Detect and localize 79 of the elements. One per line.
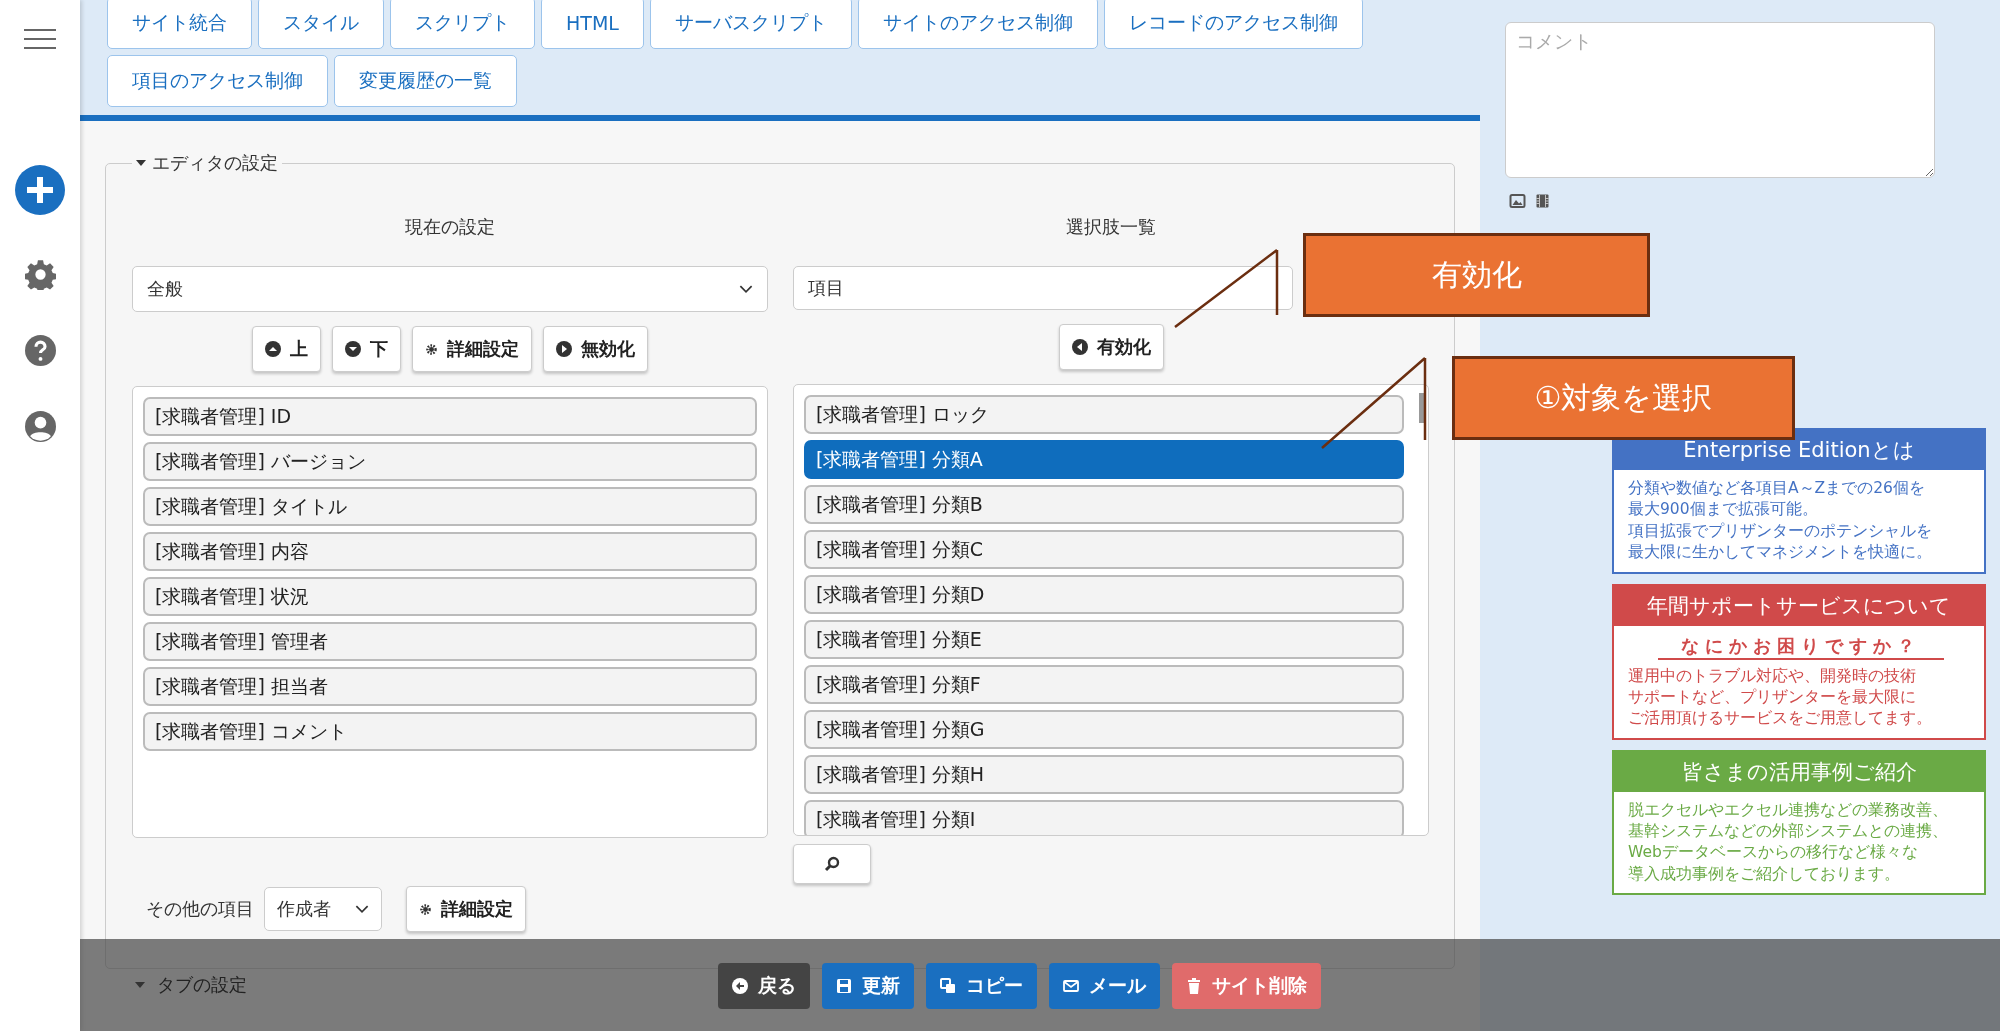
list-item[interactable]: [求職者管理] 分類B [804, 485, 1404, 524]
other-items-select[interactable]: 作成者 [264, 887, 382, 931]
list-item[interactable]: [求職者管理] タイトル [143, 487, 757, 526]
list-item[interactable]: [求職者管理] 担当者 [143, 667, 757, 706]
down-arrow-circle-icon [345, 341, 361, 357]
nav-button[interactable]: サイト統合 [107, 0, 252, 49]
banner-text: 脱エクセルやエクセル連携などの業務改善、 基幹システムなどの外部システムとの連携、 Webデータベースからの移行など様々な 導入成功事例をご紹介しております。 [1628, 799, 1949, 885]
list-item[interactable]: [求職者管理] 分類D [804, 575, 1404, 614]
banner-title: 皆さまの活用事例ご紹介 [1614, 751, 1984, 792]
trash-icon [1186, 978, 1202, 994]
up-arrow-circle-icon [265, 341, 281, 357]
column-heading: 選択肢一覧 [1065, 215, 1157, 239]
list-item[interactable]: [求職者管理] 分類G [804, 710, 1404, 749]
play-circle-icon [556, 341, 572, 357]
nav-button[interactable]: スタイル [258, 0, 384, 49]
action-button[interactable]: メール [1049, 963, 1160, 1009]
nav-button[interactable]: サイトのアクセス制御 [857, 0, 1098, 49]
banner-text: 運用中のトラブル対応や、開発時の技術 サポートなど、プリザンターを最大限に ご活用頂けるサービスをご用意してます。 [1628, 665, 1933, 730]
chevron-down-icon [739, 284, 753, 294]
info-banner[interactable]: 年間サポートサービスについて なにかお困りですか？ 運用中のトラブル対応や、開発時の技術 サポートなど、プリザンターを最大限に ご活用頂けるサービスをご用意してます。 [1612, 583, 1986, 740]
search-button[interactable] [793, 844, 871, 884]
banner-title: 年間サポートサービスについて [1614, 585, 1984, 626]
list-item[interactable]: [求職者管理] 内容 [143, 532, 757, 571]
nav-button[interactable]: 項目のアクセス制御 [107, 55, 328, 107]
list-item[interactable]: [求職者管理] コメント [143, 712, 757, 751]
copy-icon [940, 978, 956, 994]
left-arrow-circle-icon [732, 978, 748, 994]
envelope-icon [1063, 978, 1079, 994]
list-item[interactable]: [求職者管理] 分類C [804, 530, 1404, 569]
list-item[interactable]: [求職者管理] 分類H [804, 755, 1404, 794]
help-icon[interactable] [24, 335, 56, 366]
settings-icon[interactable] [24, 259, 56, 290]
list-item[interactable]: [求職者管理] 管理者 [143, 622, 757, 661]
chevron-down-icon [355, 904, 369, 914]
other-items-label: その他の項目 [146, 897, 254, 921]
list-item[interactable]: [求職者管理] 分類A [804, 440, 1404, 479]
list-item[interactable]: [求職者管理] 分類E [804, 620, 1404, 659]
nav-button[interactable]: HTML [541, 0, 644, 49]
category-select[interactable]: 全般 [132, 266, 768, 312]
comment-field[interactable]: コメント [1505, 22, 1935, 178]
nav-button[interactable]: 変更履歴の一覧 [334, 55, 517, 107]
user-icon[interactable] [24, 411, 56, 442]
list-item[interactable]: [求職者管理] ID [143, 397, 757, 436]
menu-icon[interactable] [24, 29, 56, 49]
add-icon[interactable] [15, 165, 65, 215]
gear-icon [419, 902, 432, 916]
section-legend[interactable]: タブの設定 [135, 973, 247, 997]
category-select[interactable]: 項目 [793, 266, 1293, 310]
section-legend[interactable]: エディタの設定 [132, 151, 282, 175]
list-item[interactable]: [求職者管理] 状況 [143, 577, 757, 616]
left-arrow-circle-icon [1071, 339, 1088, 355]
tool-button[interactable]: 詳細設定 [406, 886, 526, 932]
gear-icon [425, 342, 438, 356]
info-banner[interactable]: Enterprise Editionとは 分類や数値など各項目A～Zまでの26個を 最大900個まで拡張可能。 項目拡張でプリザンターのポテンシャルを 最大限に生かしてマネジメントを快適に。 [1612, 428, 1986, 574]
tool-button[interactable]: 無効化 [543, 326, 648, 372]
caret-down-icon [135, 982, 145, 988]
list-item[interactable]: [求職者管理] 分類F [804, 665, 1404, 704]
tool-button[interactable]: 下 [332, 326, 401, 372]
action-button[interactable]: 更新 [822, 963, 914, 1009]
tool-button[interactable]: 有効化 [1058, 324, 1164, 370]
action-button[interactable]: コピー [926, 963, 1037, 1009]
nav-button[interactable]: レコードのアクセス制御 [1103, 0, 1363, 49]
column-heading: 現在の設定 [404, 215, 496, 239]
image-icon[interactable] [1509, 194, 1526, 208]
nav-button[interactable]: サーバスクリプト [649, 0, 852, 49]
banner-subtitle: なにかお困りですか？ [1658, 633, 1944, 660]
list-item[interactable]: [求職者管理] ロック [804, 395, 1404, 434]
callout-label: 有効化 [1303, 233, 1650, 317]
nav-button[interactable]: スクリプト [390, 0, 535, 49]
film-icon[interactable] [1534, 194, 1551, 208]
search-icon [824, 856, 840, 872]
list-item[interactable]: [求職者管理] 分類I [804, 800, 1404, 835]
action-button[interactable]: 戻る [718, 963, 810, 1009]
list-item[interactable]: [求職者管理] バージョン [143, 442, 757, 481]
caret-down-icon [136, 160, 146, 166]
tool-button[interactable]: 上 [252, 326, 321, 372]
callout-label: ①対象を選択 [1452, 356, 1795, 440]
banner-text: 分類や数値など各項目A～Zまでの26個を 最大900個まで拡張可能。 項目拡張でプリザンターのポテンシャルを 最大限に生かしてマネジメントを快適に。 [1628, 478, 1933, 564]
tool-button[interactable]: 詳細設定 [412, 326, 532, 372]
